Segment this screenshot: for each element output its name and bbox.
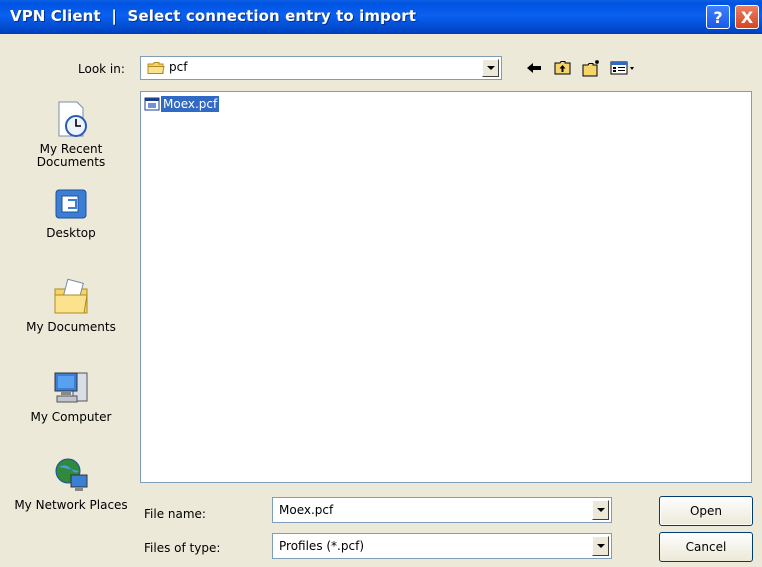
place-label: My Documents <box>26 320 116 334</box>
view-menu-button[interactable] <box>609 56 637 80</box>
network-places-icon <box>55 458 88 491</box>
file-name-input[interactable]: Moex.pcf <box>272 497 612 523</box>
file-name-dropdown-button[interactable] <box>592 500 609 520</box>
look-in-label: Look in: <box>78 62 125 76</box>
file-type-dropdown-button[interactable] <box>592 536 609 556</box>
file-type-select[interactable]: Profiles (*.pcf) <box>272 533 612 559</box>
file-name: Moex.pcf <box>161 96 220 112</box>
cancel-button[interactable]: Cancel <box>659 532 753 562</box>
folder-icon <box>147 62 165 74</box>
place-label: My Network Places <box>14 498 128 512</box>
place-label: Desktop <box>46 226 96 240</box>
place-my-network-places[interactable]: My Network Places <box>10 455 132 512</box>
close-button[interactable]: X <box>735 5 759 29</box>
close-icon: X <box>740 7 754 27</box>
file-name-label: File name: <box>144 507 206 521</box>
title-bar: VPN Client | Select connection entry to … <box>0 0 762 34</box>
back-arrow-icon <box>527 63 541 73</box>
pcf-file-icon <box>144 97 160 111</box>
up-folder-button[interactable] <box>551 56 575 80</box>
up-folder-icon <box>554 61 571 75</box>
place-my-recent-documents[interactable]: My Recent Documents <box>10 99 132 169</box>
file-type-label: Files of type: <box>144 541 221 555</box>
place-label: My Computer <box>30 410 112 424</box>
new-folder-icon <box>582 60 599 77</box>
help-icon: ? <box>713 7 723 27</box>
open-button[interactable]: Open <box>659 496 753 526</box>
list-item[interactable]: Moex.pcf <box>144 95 220 113</box>
places-bar: My Recent Documents Desktop My Documents… <box>10 87 132 545</box>
place-my-documents[interactable]: My Documents <box>10 277 132 334</box>
look-in-combo[interactable]: pcf <box>140 56 502 80</box>
view-menu-icon <box>610 61 634 75</box>
window-title: VPN Client | Select connection entry to … <box>10 7 417 25</box>
place-desktop[interactable]: Desktop <box>10 187 132 240</box>
recent-documents-icon <box>58 101 87 137</box>
file-list[interactable]: Moex.pcf <box>140 91 752 483</box>
open-button-label: Open <box>689 504 723 518</box>
file-name-value: Moex.pcf <box>279 503 334 517</box>
desktop-icon <box>55 189 87 219</box>
file-type-value: Profiles (*.pcf) <box>279 539 364 553</box>
new-folder-button[interactable] <box>580 56 604 80</box>
place-my-computer[interactable]: My Computer <box>10 367 132 424</box>
look-in-dropdown-button[interactable] <box>482 59 499 77</box>
cancel-button-label: Cancel <box>685 540 727 554</box>
back-button[interactable] <box>522 56 546 80</box>
help-button[interactable]: ? <box>706 5 730 29</box>
my-computer-icon <box>54 372 88 403</box>
look-in-value: pcf <box>169 60 188 74</box>
my-documents-icon <box>54 278 88 314</box>
place-label: My Recent Documents <box>36 142 106 169</box>
